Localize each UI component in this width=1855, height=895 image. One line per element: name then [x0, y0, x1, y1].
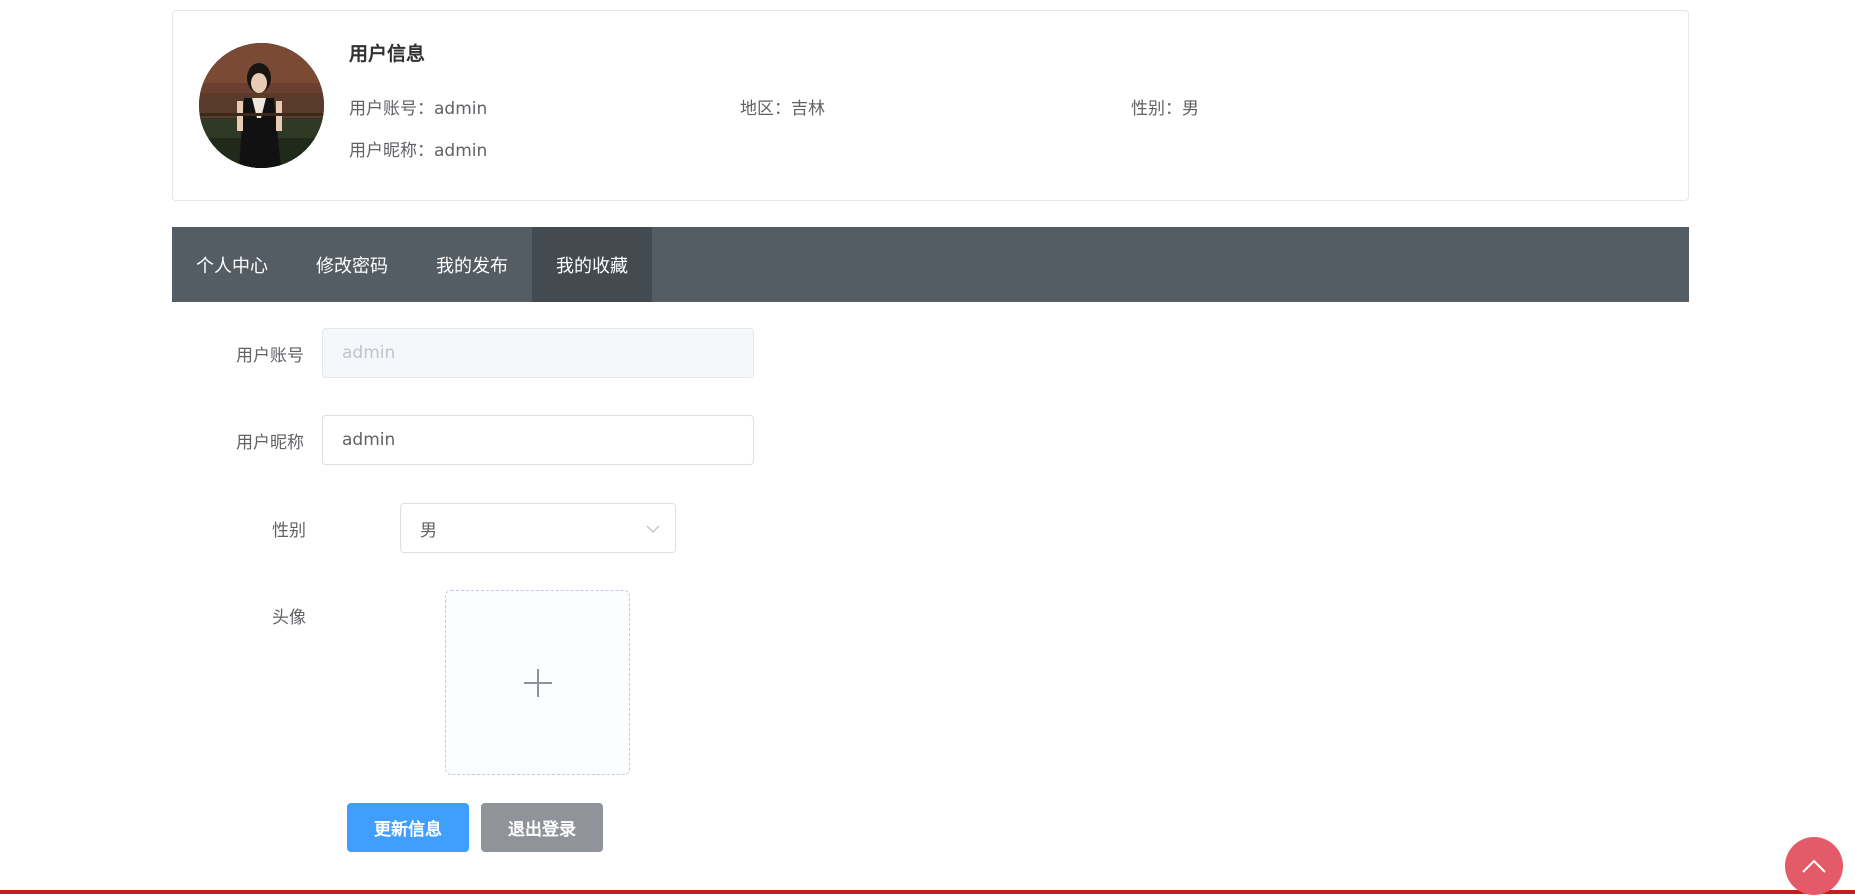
account-input[interactable]: [322, 328, 754, 378]
nickname-label: 用户昵称: [236, 433, 304, 453]
info-gender-value: 男: [1182, 99, 1199, 119]
tab-my-posts[interactable]: 我的发布: [412, 227, 532, 302]
info-nickname-value: admin: [434, 141, 488, 161]
info-account: 用户账号：admin: [349, 94, 487, 119]
info-account-value: admin: [434, 99, 488, 119]
info-region-value: 吉林: [791, 99, 825, 119]
bottom-divider: [0, 890, 1855, 894]
avatar-uploader[interactable]: [445, 590, 630, 775]
info-region-label: 地区：: [740, 99, 791, 119]
tab-personal-center[interactable]: 个人中心: [172, 227, 292, 302]
gender-label: 性别: [272, 521, 306, 541]
info-account-label: 用户账号：: [349, 99, 434, 119]
nickname-input[interactable]: [322, 415, 754, 465]
plus-icon: [523, 668, 552, 697]
gender-select[interactable]: 男: [400, 503, 676, 553]
profile-tab-bar: 个人中心 修改密码 我的发布 我的收藏: [172, 227, 1689, 302]
user-avatar: [199, 43, 324, 168]
gender-select-value: 男: [420, 520, 437, 541]
user-info-title: 用户信息: [349, 43, 426, 65]
tab-change-password[interactable]: 修改密码: [292, 227, 412, 302]
info-gender: 性别：男: [1131, 94, 1199, 119]
info-nickname-label: 用户昵称：: [349, 141, 434, 161]
info-gender-label: 性别：: [1131, 99, 1182, 119]
info-region: 地区：吉林: [740, 94, 825, 119]
chevron-up-icon: [1802, 859, 1826, 873]
account-label: 用户账号: [236, 346, 304, 366]
chevron-down-icon: [646, 525, 660, 533]
tab-my-favorites[interactable]: 我的收藏: [532, 227, 652, 302]
back-to-top-button[interactable]: [1785, 837, 1843, 895]
info-nickname: 用户昵称：admin: [349, 136, 487, 161]
user-info-card: 用户信息 用户账号：admin 地区：吉林 性别：男 用户昵称：admin: [172, 10, 1689, 201]
logout-button[interactable]: 退出登录: [481, 803, 603, 852]
avatar-label: 头像: [272, 608, 306, 628]
update-info-button[interactable]: 更新信息: [347, 803, 469, 852]
